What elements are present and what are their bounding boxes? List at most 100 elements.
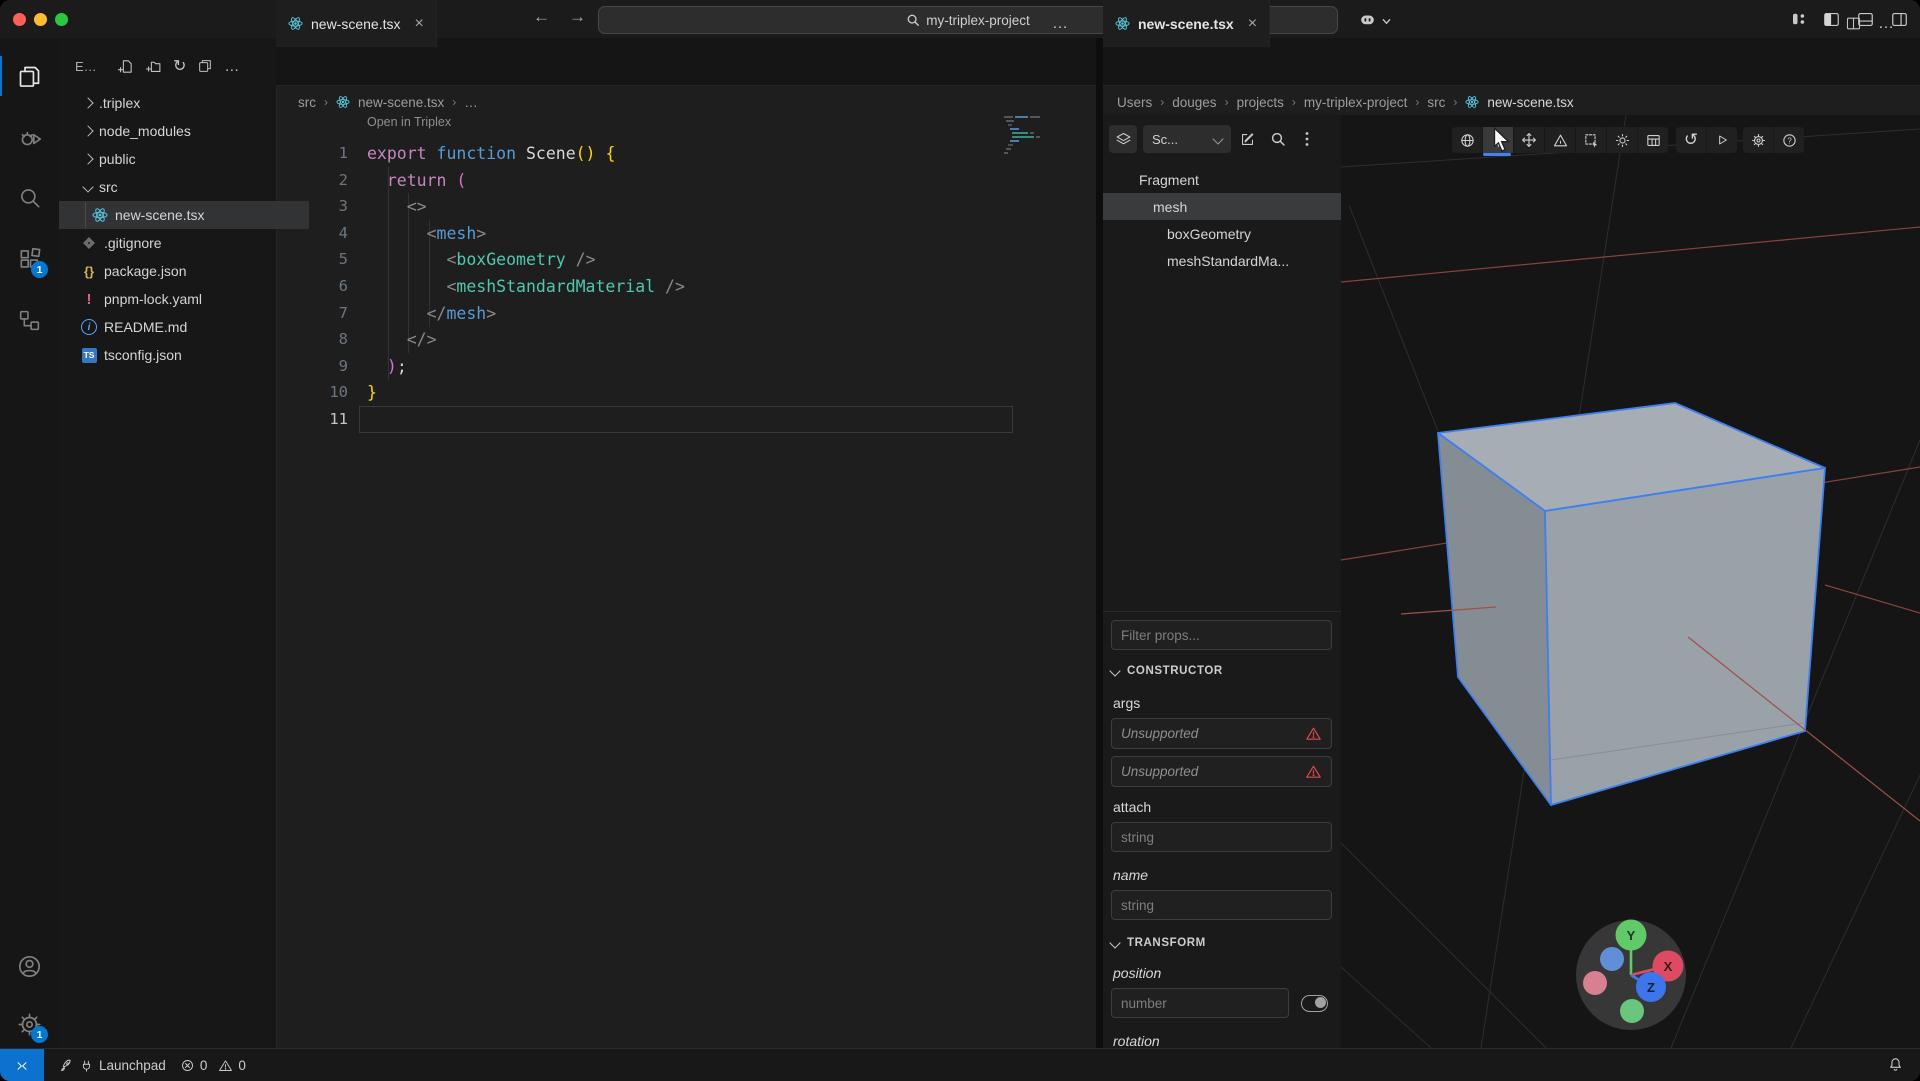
lighting-toggle-button[interactable] [1607,127,1638,153]
chevron-down-icon [1212,133,1224,145]
remote-indicator-button[interactable] [0,1049,44,1081]
collapse-folders-icon[interactable] [197,58,213,74]
breadcrumb-item[interactable]: src [298,95,316,110]
rotate-tool-button[interactable] [1545,127,1576,153]
gizmo-x-label[interactable]: X [1664,959,1673,974]
code-line[interactable]: 7 </mesh> [276,300,1096,327]
constructor-section-header[interactable]: CONSTRUCTOR [1109,665,1223,677]
minimap[interactable] [1002,114,1050,158]
run-debug-view-button[interactable] [0,118,59,158]
tree-item-package-json[interactable]: {} package.json [59,257,298,285]
tree-item-new-scene[interactable]: new-scene.tsx [59,201,309,229]
tree-item-node-modules[interactable]: node_modules [59,117,301,145]
help-button[interactable]: ? [1774,127,1804,153]
args-unsupported-field-2[interactable]: Unsupported [1111,756,1332,787]
breadcrumb-item[interactable]: douges [1172,95,1216,110]
tree-item-readme[interactable]: i README.md [59,313,298,341]
code-line[interactable]: 5 <boxGeometry /> [276,246,1096,273]
gizmo-y-label[interactable]: Y [1627,928,1636,943]
split-editor-icon[interactable] [1845,15,1862,32]
triplex-3d-viewport[interactable]: Y X Z ↺ ? [1341,115,1920,1048]
problems-status-item[interactable]: 0 0 [180,1058,246,1073]
chevron-right-icon [82,125,94,137]
extensions-view-button[interactable] [0,239,59,279]
forward-arrow-icon[interactable]: → [569,7,586,27]
tree-item-pnpm-lock[interactable]: ! pnpm-lock.yaml [59,285,298,313]
position-toggle[interactable] [1301,995,1328,1012]
scene-select-dropdown[interactable]: Sc... [1143,125,1231,153]
settings-button[interactable] [0,1004,59,1044]
code-line[interactable]: 11 [276,406,1096,433]
scene-canvas[interactable]: Y X Z [1341,115,1920,1048]
gizmo-z-label[interactable]: Z [1647,980,1655,995]
copilot-chevron-icon[interactable] [1381,14,1392,30]
code-line[interactable]: 2 return ( [276,167,1096,194]
new-file-icon[interactable] [117,58,134,75]
search-view-button[interactable] [0,178,59,218]
notifications-bell[interactable] [1887,1056,1904,1076]
undo-button[interactable]: ↺ [1676,127,1707,153]
search-icon[interactable] [1270,131,1286,147]
customize-layout-icon[interactable] [1790,10,1808,31]
world-space-button[interactable] [1452,127,1483,153]
toggle-sidebar-icon[interactable] [1822,10,1841,32]
editor-tab-new-scene[interactable]: new-scene.tsx × [276,0,437,47]
minimize-window-button[interactable] [34,13,47,26]
copilot-icon[interactable] [1358,10,1377,32]
filter-props-input[interactable] [1111,620,1332,650]
editor-group-sash[interactable] [1096,38,1103,1048]
attach-input[interactable] [1111,822,1332,852]
box-select-tool-button[interactable] [1576,127,1607,153]
code-line[interactable]: 8 </> [276,326,1096,353]
name-input[interactable] [1111,890,1332,920]
transform-section-header[interactable]: TRANSFORM [1109,937,1206,949]
breadcrumb-item[interactable]: … [464,95,478,110]
scene-tree-item-fragment[interactable]: Fragment [1103,166,1377,193]
accounts-button[interactable] [0,946,59,986]
close-window-button[interactable] [13,13,26,26]
close-icon[interactable]: × [1248,15,1257,33]
code-line[interactable]: 9 ); [276,353,1096,380]
tree-item-triplex[interactable]: .triplex [59,89,301,117]
kebab-menu-icon[interactable] [1300,131,1314,147]
breadcrumb-item[interactable]: my-triplex-project [1304,95,1408,110]
back-arrow-icon[interactable]: ← [533,7,550,27]
code-line[interactable]: 1 export function Scene() { [276,140,1096,167]
refresh-icon[interactable]: ↻ [173,56,186,76]
breadcrumb[interactable]: src › new-scene.tsx › … [298,88,478,116]
zoom-window-button[interactable] [55,13,68,26]
breadcrumb-item[interactable]: Users [1117,95,1152,110]
position-input[interactable] [1111,988,1289,1018]
code-line[interactable]: 3 <> [276,193,1096,220]
tree-item-gitignore[interactable]: .gitignore [59,229,298,257]
triplex-breadcrumb[interactable]: Users › douges › projects › my-triplex-p… [1117,88,1574,116]
tree-item-tsconfig[interactable]: TS tsconfig.json [59,341,298,369]
args-unsupported-field-1[interactable]: Unsupported [1111,718,1332,749]
launchpad-status-item[interactable]: Launchpad [58,1058,166,1074]
explorer-view-button[interactable] [0,56,59,96]
breadcrumb-item[interactable]: projects [1237,95,1284,110]
code-line[interactable]: 4 <mesh> [276,220,1096,247]
frame-panels-button[interactable] [1638,127,1668,153]
code-line[interactable]: 10} [276,379,1096,406]
play-button[interactable] [1707,127,1737,153]
codelens-open-in-triplex[interactable]: Open in Triplex [367,115,451,129]
breadcrumb-item[interactable]: src [1427,95,1445,110]
tree-item-public[interactable]: public [59,145,301,173]
more-actions-icon[interactable]: … [1052,15,1069,33]
close-icon[interactable]: × [414,15,423,33]
breadcrumb-item[interactable]: new-scene.tsx [358,95,444,110]
code-line[interactable]: 6 <meshStandardMaterial /> [276,273,1096,300]
tree-indent-guide [85,202,86,228]
breadcrumb-item[interactable]: new-scene.tsx [1487,95,1573,110]
viewport-settings-button[interactable] [1743,127,1774,153]
hierarchy-view-button[interactable] [0,300,59,340]
edit-icon[interactable] [1239,131,1256,148]
more-actions-icon[interactable]: … [1878,15,1895,33]
more-actions-icon[interactable]: … [224,58,240,75]
layers-button[interactable] [1109,125,1137,153]
translate-tool-button[interactable] [1514,127,1545,153]
triplex-tab-new-scene[interactable]: new-scene.tsx × [1103,0,1271,47]
tree-item-src[interactable]: src [59,173,301,201]
new-folder-icon[interactable] [145,58,162,75]
